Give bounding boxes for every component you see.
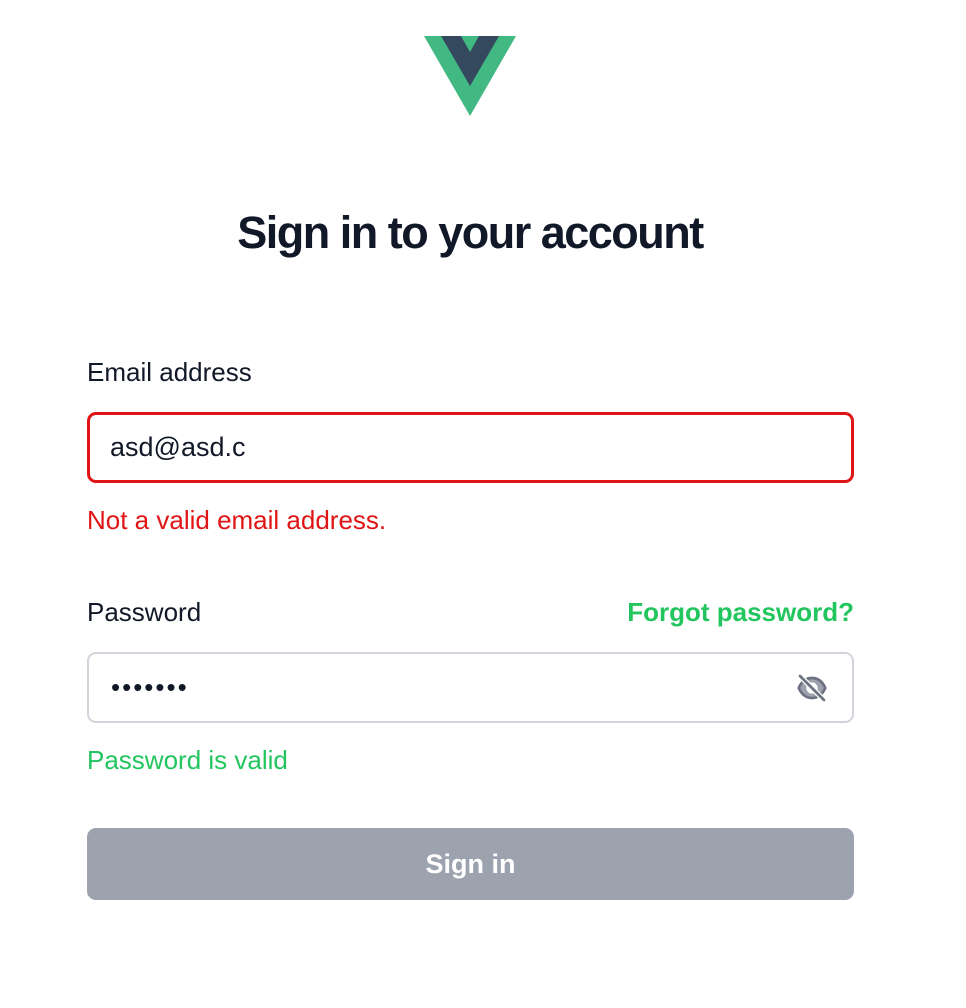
password-valid-message: Password is valid bbox=[87, 745, 288, 775]
email-field[interactable] bbox=[110, 415, 790, 480]
email-label: Email address bbox=[87, 357, 252, 387]
password-field-container[interactable] bbox=[87, 652, 854, 723]
sign-in-button[interactable]: Sign in bbox=[87, 828, 854, 900]
password-label: Password bbox=[87, 597, 202, 627]
password-field[interactable] bbox=[111, 654, 791, 721]
email-error-message: Not a valid email address. bbox=[87, 505, 387, 535]
forgot-password-link[interactable]: Forgot password? bbox=[627, 596, 854, 628]
eye-off-icon[interactable] bbox=[796, 672, 828, 704]
vue-logo-icon bbox=[424, 36, 516, 116]
email-field-container[interactable] bbox=[87, 412, 854, 483]
page-title: Sign in to your account bbox=[237, 207, 704, 258]
